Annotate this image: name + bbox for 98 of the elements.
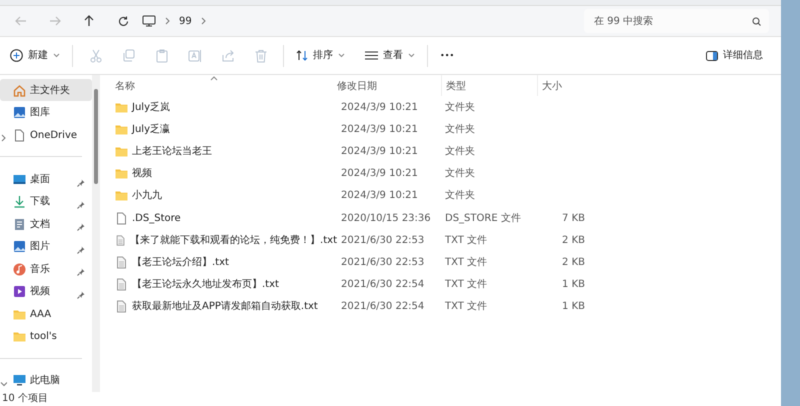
file-type: TXT 文件 (444, 300, 488, 314)
details-button[interactable]: 详细信息 (700, 42, 769, 70)
modified-date: 2021/6/30 22:53 (340, 234, 426, 248)
computer-icon (13, 374, 26, 388)
sidebar-item[interactable]: 文档 (0, 213, 92, 236)
text-file-icon (115, 300, 128, 314)
file-size: 2 KB (561, 234, 586, 248)
folder-icon (115, 167, 128, 180)
picture-icon (13, 106, 26, 120)
file-name[interactable]: July乏瀛 (115, 122, 337, 137)
document-icon (115, 212, 128, 225)
sidebar-item[interactable]: tool's (0, 325, 92, 348)
modified-date: 2020/10/15 23:36 (340, 212, 432, 226)
caret-icon (53, 53, 60, 58)
download-icon (13, 195, 26, 208)
picture-icon (13, 240, 26, 254)
caret-icon (338, 53, 345, 58)
file-name[interactable]: 【老王论坛介绍】.txt (115, 254, 337, 270)
sidebar-item[interactable]: 下载 (0, 190, 92, 214)
file-name[interactable]: .DS_Store (115, 210, 337, 226)
file-type: TXT 文件 (444, 256, 488, 270)
desktop-icon (13, 172, 26, 186)
document-icon (13, 218, 26, 231)
file-type: TXT 文件 (444, 234, 488, 248)
scrollbar[interactable] (92, 75, 100, 392)
modified-date: 2024/3/9 10:21 (340, 122, 419, 137)
view-button[interactable]: 查看 (359, 42, 421, 70)
file-name[interactable]: 【老王论坛永久地址发布页】.txt (115, 277, 337, 292)
text-file-icon (115, 256, 128, 269)
file-type: 文件夹 (444, 122, 476, 137)
file-size: 1 KB (561, 278, 586, 292)
modified-date: 2021/6/30 22:54 (340, 300, 426, 314)
modified-date: 2024/3/9 10:21 (340, 144, 419, 159)
folder-icon (13, 330, 26, 343)
file-name[interactable]: 【来了就能下载和观看的论坛，纯免费！】.txt (115, 232, 337, 248)
file-name[interactable]: 视频 (115, 166, 337, 182)
caret-icon (408, 53, 415, 58)
column-header[interactable]: 名称 (115, 75, 337, 96)
file-type: 文件夹 (444, 144, 476, 159)
file-type: TXT 文件 (444, 278, 488, 292)
file-type: 文件夹 (444, 188, 476, 204)
file-size: 1 KB (561, 300, 586, 314)
forward-arrow-icon (49, 16, 61, 26)
file-name[interactable]: 小九九 (115, 188, 337, 204)
file-name[interactable]: July乏岚 (115, 100, 337, 115)
folder-icon (115, 144, 128, 158)
modified-date: 2021/6/30 22:54 (340, 278, 426, 292)
item-count: 10 个项目 (1, 392, 49, 406)
breadcrumb-item[interactable]: 99 (179, 14, 192, 28)
file-name[interactable]: 上老王论坛当老王 (115, 144, 337, 159)
file-size: 7 KB (561, 212, 586, 226)
modified-date: 2024/3/9 10:21 (340, 100, 419, 115)
home-icon (13, 84, 26, 97)
more-button[interactable]: ••• (434, 42, 460, 70)
sidebar-item[interactable]: 此电脑 (0, 370, 92, 392)
search-icon (752, 16, 761, 26)
sidebar-item[interactable]: 音乐 (0, 258, 92, 280)
file-type: 文件夹 (444, 166, 476, 182)
sidebar-item[interactable]: OneDrive (0, 124, 92, 146)
sort-icon (296, 50, 308, 61)
up-arrow-icon (84, 15, 94, 27)
document-icon (13, 128, 26, 142)
folder-icon (13, 308, 26, 320)
new-button[interactable]: 新建 (4, 42, 66, 70)
folder-icon (115, 122, 128, 136)
search-field[interactable]: 在 99 中搜索 (592, 12, 752, 30)
sidebar-item[interactable]: AAA (0, 302, 92, 326)
music-icon (13, 262, 26, 276)
plus-icon (10, 49, 23, 62)
sidebar-item[interactable]: 图片 (0, 236, 92, 258)
sidebar-item[interactable]: 主文件夹 (0, 79, 92, 102)
file-type: 文件夹 (444, 100, 476, 115)
file-name[interactable]: 获取最新地址及APP请发邮箱自动获取.txt (115, 299, 337, 314)
column-header[interactable]: 修改日期 (337, 75, 441, 96)
chevron-icon (164, 17, 171, 25)
file-type: DS_STORE 文件 (444, 212, 522, 226)
sidebar-item[interactable]: 视频 (0, 280, 92, 303)
column-header[interactable]: 大小 (537, 75, 589, 96)
file-size: 2 KB (561, 256, 586, 270)
refresh-icon (118, 16, 128, 26)
column-header[interactable]: 类型 (441, 75, 537, 96)
chevron-icon (200, 17, 207, 25)
text-file-icon (115, 278, 128, 292)
computer-icon (142, 15, 156, 27)
details-pane-icon (706, 50, 718, 60)
modified-date: 2024/3/9 10:21 (340, 167, 419, 182)
modified-date: 2024/3/9 10:21 (340, 189, 419, 204)
list-icon (365, 51, 378, 60)
sidebar-item[interactable]: 桌面 (0, 168, 92, 191)
sort-button[interactable]: 排序 (290, 42, 351, 70)
sidebar-item[interactable]: 图库 (0, 101, 92, 124)
text-file-icon (115, 234, 126, 247)
folder-icon (115, 100, 128, 114)
back-arrow-icon (15, 16, 27, 26)
folder-icon (115, 189, 128, 202)
video-icon (13, 285, 26, 298)
modified-date: 2021/6/30 22:53 (340, 256, 426, 270)
search-box[interactable]: 在 99 中搜索 (584, 9, 769, 33)
